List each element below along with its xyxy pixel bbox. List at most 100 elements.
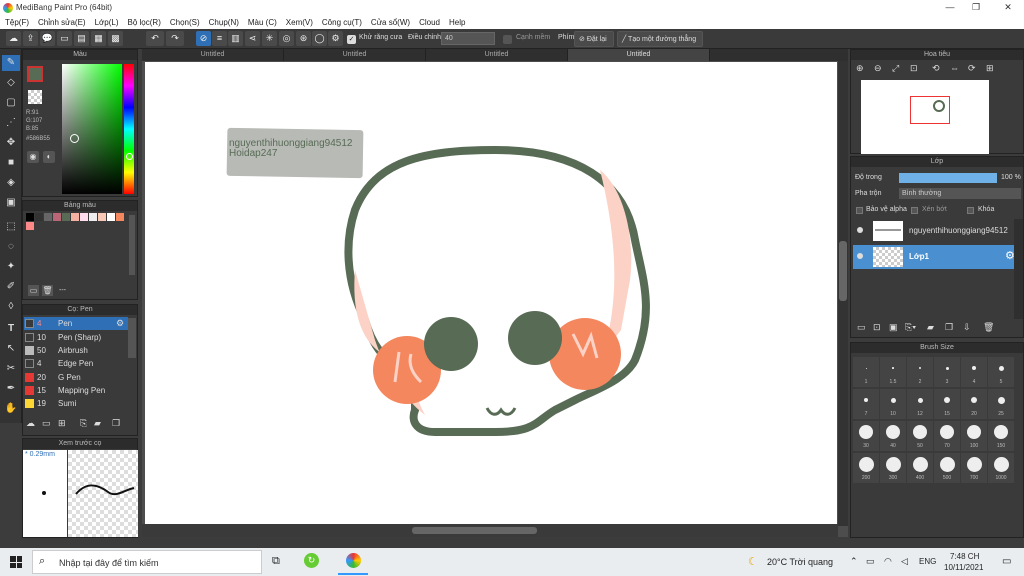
palette-swatch[interactable] [62, 213, 70, 221]
brush-size-option[interactable]: 200 [853, 453, 879, 483]
palette-swatch[interactable] [26, 222, 34, 230]
brush-size-option[interactable]: 1000 [988, 453, 1014, 483]
palette-swatch[interactable] [98, 213, 106, 221]
vanish-snap-icon[interactable]: ⋖ [245, 31, 260, 46]
tab-untitled-1[interactable]: Untitled [142, 49, 284, 61]
layer-row-selected[interactable]: Lớp1 ⚙ [853, 245, 1023, 269]
new-halftone-layer-icon[interactable]: ⊡ [873, 322, 881, 333]
brush-size-option[interactable]: 2 [907, 357, 933, 387]
minimize-button[interactable]: — [940, 2, 960, 12]
brush-size-option[interactable]: 50 [907, 421, 933, 451]
layer-duplicate-icon[interactable]: ❐ [945, 322, 953, 333]
redo-icon[interactable]: ↷ [166, 31, 184, 46]
add-brush-icon[interactable]: ⊞ [58, 418, 66, 429]
palette-swatch[interactable] [80, 213, 88, 221]
foreground-color-swatch[interactable] [27, 66, 43, 82]
lock-checkbox[interactable] [967, 207, 974, 214]
dot-tool-icon[interactable]: ⋰ [2, 115, 20, 131]
menu-color[interactable]: Màu (C) [243, 16, 281, 29]
tab-untitled-3[interactable]: Untitled [426, 49, 568, 61]
cloud-icon[interactable]: ☁ [6, 31, 21, 46]
brush-size-option[interactable]: 40 [880, 421, 906, 451]
wifi-icon[interactable]: ◠ [884, 556, 892, 567]
saturation-picker[interactable] [62, 64, 122, 194]
panel-icon[interactable]: ▩ [108, 31, 123, 46]
palette-swatch[interactable] [71, 213, 79, 221]
new-file-icon[interactable]: ▭ [57, 31, 72, 46]
bucket-tool-icon[interactable]: ◈ [2, 175, 20, 191]
fill-shape-icon[interactable]: ■ [2, 155, 20, 171]
horizontal-scroll-thumb[interactable] [412, 527, 537, 534]
horizontal-scrollbar[interactable] [142, 524, 838, 537]
hand-tool-icon[interactable]: ✋ [2, 401, 20, 417]
merge-down-icon[interactable]: ⇩ [963, 322, 971, 333]
gradient-tool-icon[interactable]: ▣ [2, 195, 20, 211]
medibang-taskbar-icon[interactable] [346, 553, 361, 568]
folder-icon[interactable]: ▰ [94, 418, 101, 429]
opacity-slider[interactable] [899, 173, 997, 183]
circle-snap-icon[interactable]: ◎ [279, 31, 294, 46]
weather-text[interactable]: 20°C Trời quang [767, 557, 833, 567]
menu-layer[interactable]: Lớp(L) [90, 16, 123, 29]
palette-swatch[interactable] [116, 213, 124, 221]
antialias-checkbox[interactable]: ✓ [347, 35, 356, 44]
clock-time[interactable]: 7:48 CH [950, 552, 979, 561]
fit-icon[interactable]: ⤢ [892, 63, 899, 74]
undo-icon[interactable]: ↶ [146, 31, 164, 46]
navigator-thumbnail[interactable] [861, 80, 989, 154]
vertical-scroll-thumb[interactable] [839, 241, 847, 301]
rotate-left-icon[interactable]: ⟲ [932, 63, 940, 74]
palette-swatch[interactable] [107, 213, 115, 221]
brush-size-option[interactable]: 12 [907, 389, 933, 419]
parallel-snap-icon[interactable]: ≡ [212, 31, 227, 46]
tray-chevron-icon[interactable]: ⌃ [850, 556, 858, 567]
windows-start-icon[interactable] [10, 556, 22, 568]
palette-scrollbar[interactable] [129, 215, 135, 275]
brush-size-option[interactable]: 7 [853, 389, 879, 419]
taskbar-app-icon[interactable]: ↻ [304, 553, 319, 568]
brush-size-option[interactable]: 10 [880, 389, 906, 419]
delete-palette-icon[interactable]: 🗑 [42, 285, 53, 296]
clock-date[interactable]: 10/11/2021 [944, 563, 983, 572]
delete-layer-icon[interactable]: 🗑 [983, 322, 994, 333]
palette-swatch[interactable] [89, 213, 97, 221]
taskbar-search[interactable]: ⌕ Nhập tại đây để tìm kiếm [32, 550, 262, 574]
brush-item[interactable]: 20 G Pen [24, 371, 128, 384]
menu-view[interactable]: Xem(V) [281, 16, 317, 29]
zoom-in-icon[interactable]: ⊕ [856, 63, 864, 74]
rotate-right-icon[interactable]: ⟳ [968, 63, 976, 74]
menu-select[interactable]: Chọn(S) [165, 16, 204, 29]
select-pen-icon[interactable]: ✐ [2, 279, 20, 295]
drawing-canvas[interactable]: nguyenthihuonggiang94512 Hoidap247 [145, 62, 837, 524]
brush-size-option[interactable]: 30 [853, 421, 879, 451]
brush-size-option[interactable]: 300 [880, 453, 906, 483]
new-palette-icon[interactable]: ▭ [28, 285, 39, 296]
menu-help[interactable]: Help [444, 16, 469, 29]
brush-size-option[interactable]: 700 [961, 453, 987, 483]
picker-cursor[interactable] [70, 134, 79, 143]
brush-size-option[interactable]: 1.5 [880, 357, 906, 387]
lock-view-icon[interactable]: ⊞ [986, 63, 994, 74]
move-tool-icon[interactable]: ✥ [2, 135, 20, 151]
menu-edit[interactable]: Chỉnh sửa(E) [33, 16, 90, 29]
brush-size-option[interactable]: 5 [988, 357, 1014, 387]
transparent-color-swatch[interactable] [28, 90, 42, 104]
soft-edge-checkbox[interactable] [503, 35, 512, 44]
text-tool-icon[interactable]: T [2, 321, 20, 337]
brush-item[interactable]: 19 Sumi [24, 397, 128, 410]
new-brush-icon[interactable]: ▭ [42, 418, 51, 429]
adjust-input[interactable]: 40 [441, 32, 495, 45]
menu-snap[interactable]: Chụp(N) [204, 16, 243, 29]
new-layer-icon[interactable]: ▭ [857, 322, 866, 333]
notification-icon[interactable]: ▭ [1002, 556, 1011, 567]
volume-icon[interactable]: ◁ [901, 556, 908, 567]
brush-size-option[interactable]: 70 [934, 421, 960, 451]
brush-size-option[interactable]: 400 [907, 453, 933, 483]
cross-snap-icon[interactable]: ▥ [228, 31, 243, 46]
brush-size-option[interactable]: 500 [934, 453, 960, 483]
select-tool-icon[interactable]: ⬚ [2, 219, 20, 235]
protect-alpha-checkbox[interactable] [856, 207, 863, 214]
export-icon[interactable]: ⇪ [23, 31, 38, 46]
palette-swatch[interactable] [53, 213, 61, 221]
curve-snap-icon[interactable]: ⊛ [296, 31, 311, 46]
